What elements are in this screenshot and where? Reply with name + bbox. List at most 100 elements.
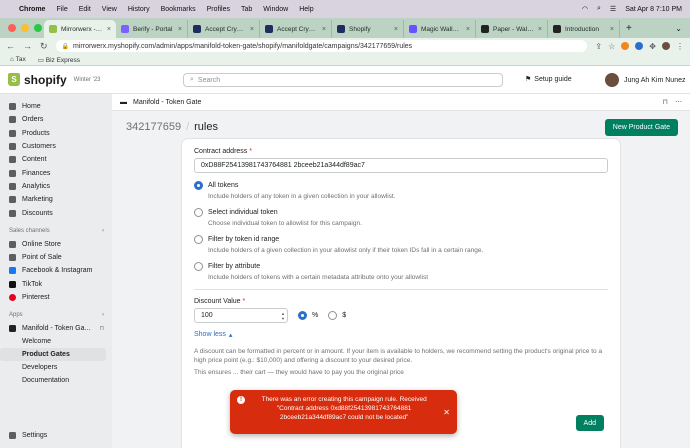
sidebar-item-point-of-sale[interactable]: Point of Sale xyxy=(0,251,112,264)
new-tab-icon[interactable]: + xyxy=(620,23,638,34)
puzzle-extensions-icon[interactable]: ✥ xyxy=(649,42,656,51)
sidebar-item-home[interactable]: Home xyxy=(0,100,112,113)
menu-edit[interactable]: Edit xyxy=(79,6,91,13)
menu-profiles[interactable]: Profiles xyxy=(207,6,230,13)
menu-tab[interactable]: Tab xyxy=(241,6,252,13)
menu-window[interactable]: Window xyxy=(263,6,288,13)
chevron-right-icon[interactable]: › xyxy=(102,312,104,318)
menu-bookmarks[interactable]: Bookmarks xyxy=(161,6,196,13)
reload-icon[interactable]: ↻ xyxy=(40,41,48,52)
tab-search-chevron-icon[interactable]: ⌄ xyxy=(675,24,690,33)
profile-avatar-icon[interactable] xyxy=(662,42,670,50)
new-product-gate-button[interactable]: New Product Gate xyxy=(604,119,678,136)
close-tab-icon[interactable]: × xyxy=(178,26,182,33)
kebab-menu-icon[interactable]: ⋮ xyxy=(676,42,684,51)
bookmark-biz-express[interactable]: ▭ Biz Express xyxy=(38,56,80,64)
bookmark-tax[interactable]: ⌂ Tax xyxy=(10,56,26,63)
sidebar-item-customers[interactable]: Customers xyxy=(0,140,112,153)
browser-tab[interactable]: Magic Wallet Se × xyxy=(404,20,476,38)
menu-help[interactable]: Help xyxy=(299,6,313,13)
browser-tab[interactable]: Paper - Wallets × xyxy=(476,20,548,38)
browser-tab[interactable]: Accept Crypto P × xyxy=(260,20,332,38)
add-button[interactable]: Add xyxy=(575,415,604,431)
metamask-extension-icon[interactable] xyxy=(621,42,630,50)
control-center-icon[interactable]: ☰ xyxy=(610,5,616,13)
unit-percent-option[interactable]: % xyxy=(298,311,318,320)
radio-token-id-range[interactable] xyxy=(194,235,203,244)
sidebar-item-marketing[interactable]: Marketing xyxy=(0,193,112,206)
radio-all-tokens[interactable] xyxy=(194,181,203,190)
close-tab-icon[interactable]: × xyxy=(107,26,111,33)
sidebar-subitem-welcome[interactable]: Welcome xyxy=(0,335,112,348)
browser-tab[interactable]: Introduction × xyxy=(548,20,620,38)
browser-tab[interactable]: Berify - Portal × xyxy=(116,20,188,38)
user-menu[interactable]: Jung Ah Kim Nunez xyxy=(605,73,685,87)
discount-value-input[interactable]: 100 ▲ ▼ xyxy=(194,308,288,323)
radio-dollar[interactable] xyxy=(328,311,338,320)
sidebar-item-manifold-app[interactable]: Manifold - Token Ga... ⊓ xyxy=(0,322,112,335)
search-icon[interactable]: ⌕ xyxy=(597,5,601,13)
shopify-logo[interactable]: S shopify Winter '23 xyxy=(8,73,101,87)
menu-history[interactable]: History xyxy=(128,6,150,13)
menu-view[interactable]: View xyxy=(102,6,117,13)
back-arrow-icon[interactable]: ← xyxy=(6,41,15,51)
browser-tab[interactable]: Shopify × xyxy=(332,20,404,38)
option-all-tokens[interactable]: All tokens Include holders of any token … xyxy=(194,181,608,200)
sidebar-item-settings[interactable]: Settings xyxy=(0,429,47,442)
sidebar-item-tiktok[interactable]: TikTok xyxy=(0,278,112,291)
stepper-down-icon[interactable]: ▼ xyxy=(281,316,285,321)
apps-heading[interactable]: Apps › xyxy=(0,308,112,322)
radio-individual-token[interactable] xyxy=(194,208,203,217)
sidebar-item-pinterest[interactable]: Pinterest xyxy=(0,291,112,304)
admin-search-input[interactable]: ⌕ Search xyxy=(183,73,503,87)
close-tab-icon[interactable]: × xyxy=(610,26,614,33)
chevron-right-icon[interactable]: › xyxy=(102,228,104,234)
option-token-id-range[interactable]: Filter by token id range Include holders… xyxy=(194,235,608,254)
close-icon[interactable]: ✕ xyxy=(443,408,450,417)
menu-file[interactable]: File xyxy=(56,6,67,13)
option-attribute[interactable]: Filter by attribute Include holders of t… xyxy=(194,262,608,281)
share-icon[interactable]: ⇪ xyxy=(595,42,602,51)
browser-tab[interactable]: Accept Crypto P × xyxy=(188,20,260,38)
bookmark-star-icon[interactable]: ☆ xyxy=(608,42,615,51)
forward-arrow-icon[interactable]: → xyxy=(23,41,32,51)
option-individual-token[interactable]: Select individual token Choose individua… xyxy=(194,208,608,227)
menubar-datetime[interactable]: Sat Apr 8 7:10 PM xyxy=(625,6,682,13)
sidebar-item-online-store[interactable]: Online Store xyxy=(0,238,112,251)
browser-tab[interactable]: Mirrorwerx - rule × xyxy=(44,20,116,38)
extension-icon[interactable] xyxy=(635,42,644,50)
close-tab-icon[interactable]: × xyxy=(466,26,470,33)
setup-guide-button[interactable]: ⚑ Setup guide xyxy=(525,75,572,84)
wifi-icon[interactable]: ◠ xyxy=(582,5,588,13)
sidebar-item-facebook-instagram[interactable]: Facebook & Instagram xyxy=(0,264,112,277)
show-less-link[interactable]: Show less ▴ xyxy=(194,331,608,339)
radio-attribute[interactable] xyxy=(194,262,203,271)
radio-percent[interactable] xyxy=(298,311,307,320)
minimize-window-icon[interactable] xyxy=(21,24,29,32)
close-tab-icon[interactable]: × xyxy=(538,26,542,33)
close-tab-icon[interactable]: × xyxy=(322,26,326,33)
close-tab-icon[interactable]: × xyxy=(394,26,398,33)
zoom-window-icon[interactable] xyxy=(34,24,42,32)
sidebar-item-discounts[interactable]: Discounts xyxy=(0,206,112,219)
sidebar-item-finances[interactable]: Finances xyxy=(0,166,112,179)
menu-app-name[interactable]: Chrome xyxy=(19,6,45,13)
contract-address-input[interactable]: 0xD88F25413981743764881 2bceeb21a344df89… xyxy=(194,158,608,173)
close-window-icon[interactable] xyxy=(8,24,16,32)
sidebar-subitem-product-gates[interactable]: Product Gates xyxy=(0,348,106,362)
sidebar-item-analytics[interactable]: Analytics xyxy=(0,180,112,193)
lock-icon[interactable]: 🔒 xyxy=(62,43,69,50)
sidebar-item-orders[interactable]: Orders xyxy=(0,113,112,126)
pin-icon[interactable]: ⊓ xyxy=(99,325,104,332)
more-actions-icon[interactable]: ⋯ xyxy=(675,98,682,106)
sidebar-item-content[interactable]: Content xyxy=(0,153,112,166)
sales-channels-heading[interactable]: Sales channels › xyxy=(0,224,112,238)
address-bar[interactable]: 🔒 mirrorwerx.myshopify.com/admin/apps/ma… xyxy=(55,40,588,52)
close-tab-icon[interactable]: × xyxy=(250,26,254,33)
sidebar-item-products[interactable]: Products xyxy=(0,127,112,140)
sidebar-subitem-documentation[interactable]: Documentation xyxy=(0,374,112,387)
unit-dollar-option[interactable]: $ xyxy=(328,311,346,320)
sidebar-subitem-developers[interactable]: Developers xyxy=(0,361,112,374)
number-stepper[interactable]: ▲ ▼ xyxy=(281,311,285,321)
pin-icon[interactable]: ⊓ xyxy=(663,98,668,106)
